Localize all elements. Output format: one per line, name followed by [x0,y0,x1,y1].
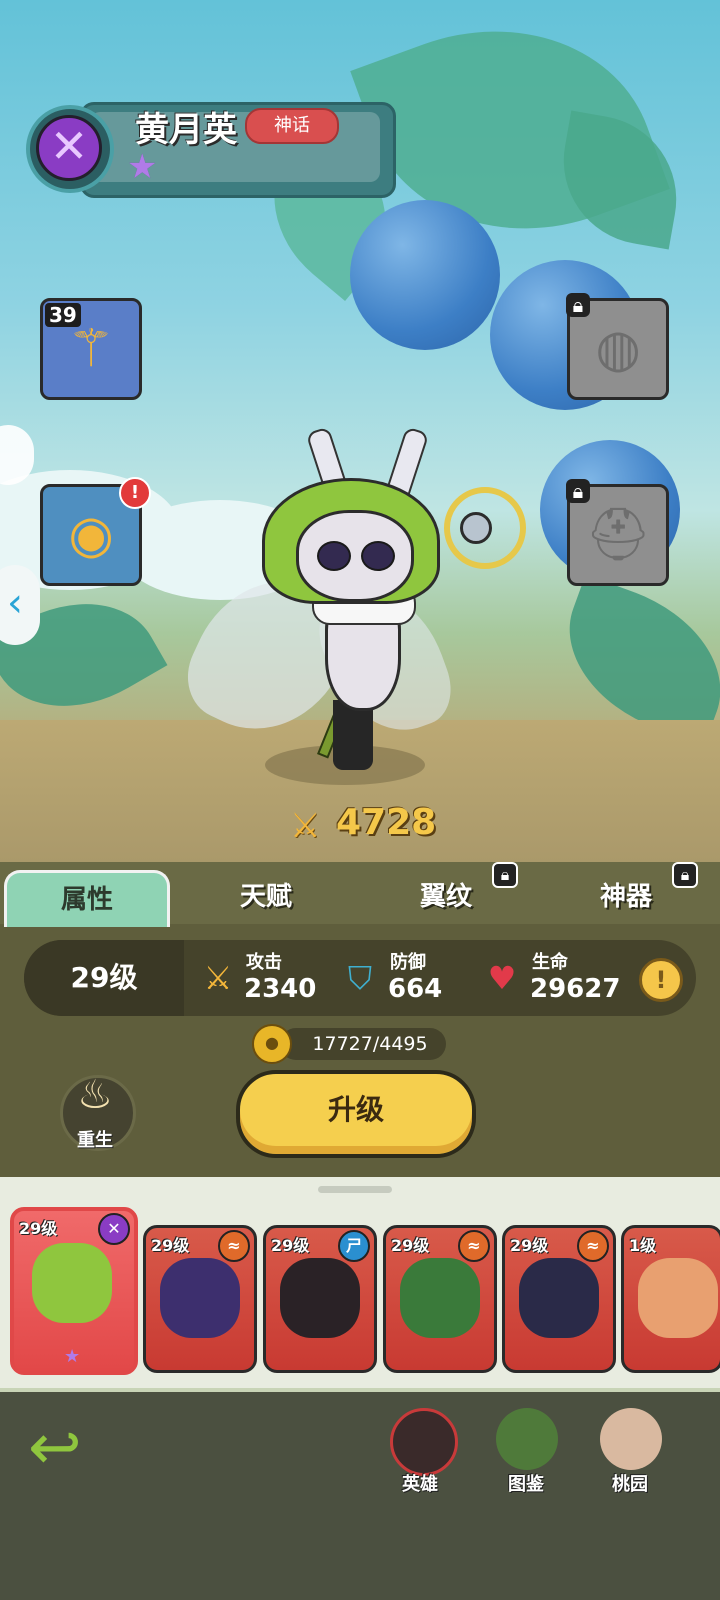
attack-label: 攻击 [246,952,282,973]
card-level: 29级 [19,1219,58,1238]
character-face[interactable] [296,510,414,602]
hero-portrait [32,1243,112,1323]
nav-heroes[interactable]: 英雄 [380,1408,460,1498]
upgrade-button-label: 升级 [327,1093,384,1126]
stats-info-button[interactable]: ! [639,958,683,1002]
peach-garden-icon [600,1408,662,1470]
codex-book-icon [496,1408,558,1470]
drag-handle[interactable] [318,1186,392,1193]
staff-orb [460,512,492,544]
faction-icon: ≈ [577,1230,609,1262]
leaf-decoration [550,110,690,250]
faction-icon: ㄕ [338,1230,370,1262]
card-level: 29级 [510,1236,549,1255]
x-class-icon: ✕ [36,115,102,181]
equipment-slot-locked-bracelet[interactable]: ◍ 🔒︎ [566,293,669,400]
hero-portrait [638,1258,718,1338]
gold-fruit-icon: ● [252,1024,292,1064]
attack-sword-icon: ⚔ [203,959,233,997]
lock-icon: 🔒︎ [492,862,518,888]
star-icon: ★ [64,1346,81,1367]
faction-icon: ≈ [218,1230,250,1262]
attack-value: 2340 [244,974,317,1004]
card-level: 29级 [391,1236,430,1255]
nav-garden[interactable]: 桃园 [590,1408,670,1498]
hero-card[interactable]: 29级 ≈ [143,1225,257,1373]
lock-icon: 🔒︎ [566,293,590,317]
hero-portrait [160,1258,240,1338]
hero-portrait [280,1258,360,1338]
lock-icon: 🔒︎ [672,862,698,888]
flame-icon: ♨ [77,1072,113,1118]
faction-icon: ✕ [98,1213,130,1245]
nav-heroes-label: 英雄 [402,1474,438,1495]
hp-label: 生命 [532,952,568,973]
sword-power-icon: ⚔ [290,806,321,846]
hero-card[interactable]: 29级 ≈ [502,1225,616,1373]
hero-card[interactable]: 29级 ≈ [383,1225,497,1373]
defense-value: 664 [388,974,443,1004]
hero-portrait [519,1258,599,1338]
hp-value: 29627 [530,974,621,1004]
blueberry-decoration [350,200,500,350]
card-level: 29级 [271,1236,310,1255]
faction-icon: ≈ [458,1230,490,1262]
hero-name: 黄月英 [135,110,237,150]
card-level: 1级 [629,1236,657,1255]
heroes-avatar-icon [390,1408,458,1476]
rarity-badge: 神话 [245,108,339,144]
nav-codex-label: 图鉴 [508,1474,544,1495]
defense-label: 防御 [390,952,426,973]
hp-heart-icon: ♥ [487,959,517,997]
character-eye [361,541,395,571]
hero-card[interactable]: 1级 [621,1225,720,1373]
character-eye [317,541,351,571]
tab-talent[interactable]: 天赋 [186,870,346,924]
defense-shield-icon: ⛉ [347,959,372,997]
equipment-slot-weapon[interactable]: ⚚ 39 [40,298,142,400]
hero-level: 29级 [70,961,138,994]
back-arrow-icon[interactable]: ↩ [28,1416,108,1480]
nav-garden-label: 桃园 [612,1474,648,1495]
notification-badge: ! [119,477,151,509]
rebirth-label: 重生 [77,1130,113,1151]
card-level: 29级 [151,1236,190,1255]
equipment-slot-locked-helmet[interactable]: ⛑︎ 🔒︎ [566,479,669,586]
hero-card-selected[interactable]: 29级 ✕ ★ [10,1207,138,1375]
upgrade-cost: 17727/4495 [312,1033,428,1055]
combat-power: 4728 [336,802,437,843]
tab-attributes[interactable]: 属性 [4,870,170,927]
nav-codex[interactable]: 图鉴 [486,1408,566,1498]
hero-portrait [400,1258,480,1338]
hero-card[interactable]: 29级 ㄕ [263,1225,377,1373]
equipment-slot-orb[interactable]: ◉ ! [40,477,151,586]
equipment-level: 39 [45,303,81,327]
star-icon: ★ [127,147,158,187]
lock-icon: 🔒︎ [566,479,590,503]
side-collapse-arrow-icon[interactable]: ‹ [0,565,40,645]
